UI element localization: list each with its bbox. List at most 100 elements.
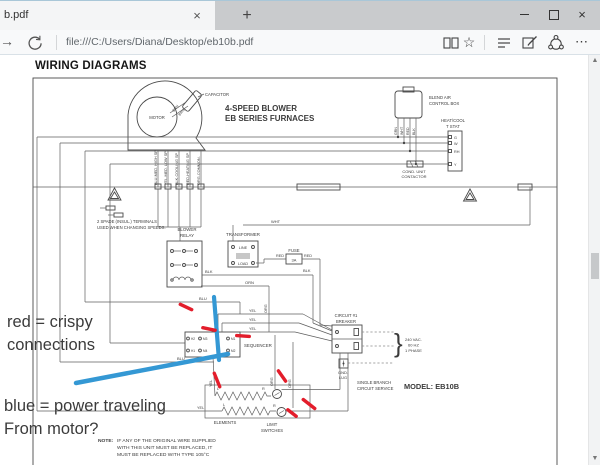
blu-label-1: BLU: [199, 296, 207, 301]
left-routing-wires: [37, 137, 448, 411]
blk-label-2: BLK: [303, 268, 311, 273]
note-line-3: MUST BE REPLACED WITH TYPE 105°C: [117, 452, 210, 458]
warning-triangle-right: [464, 189, 477, 201]
minimize-icon: [520, 14, 529, 15]
page-heading: WIRING DIAGRAMS: [35, 60, 147, 72]
toolbar-divider: [56, 35, 57, 50]
maximize-icon: [549, 10, 559, 20]
blk-vertical-label: BLK: [412, 128, 416, 135]
branch-label-2: CIRCUIT SERVICE: [357, 386, 394, 391]
org-label-1: ORG: [264, 304, 268, 313]
pdf-page: WIRING DIAGRAMS 4-SPEED BLOWER EB SERIES…: [0, 55, 600, 465]
blue-annotation-line-1: blue = power traveling: [4, 397, 166, 415]
scrollbar[interactable]: ▲ ▼: [588, 55, 600, 465]
blk-label-1: BLK: [205, 269, 213, 274]
note-line-2: WITH THIS UNIT MUST BE REPLACED, IT: [117, 445, 212, 451]
seq-term-m3: M3: [203, 337, 208, 341]
red-mark-5: [276, 368, 288, 383]
wht-vertical-label: WHT: [400, 126, 404, 135]
red-label-right: RED: [304, 254, 312, 258]
limit-label-1: LIMIT: [267, 422, 278, 427]
red-annotation-line-1: red = crispy: [7, 313, 93, 331]
tab-close-icon[interactable]: ×: [188, 7, 206, 25]
blower-relay: BLOWER RELAY: [167, 227, 202, 287]
yel-label-1: YEL: [249, 309, 256, 313]
tstat-term-rh: RH: [454, 150, 460, 154]
address-bar[interactable]: file:///C:/Users/Diana/Desktop/eb10b.pdf: [66, 36, 253, 48]
forward-icon[interactable]: →: [0, 33, 14, 49]
transformer-line-label: LINE: [239, 246, 248, 250]
transformer-label: TRANSFORMER: [226, 232, 260, 237]
blend-air-label-1: BLEND AIR: [429, 95, 451, 100]
hub-icon[interactable]: [495, 34, 513, 52]
share-icon[interactable]: [547, 34, 565, 52]
scroll-up-icon[interactable]: ▲: [589, 55, 600, 67]
red-mark-6: [301, 397, 317, 411]
relay-label-2: RELAY: [180, 233, 194, 238]
red-annotation-line-2: connections: [7, 336, 95, 354]
model-label: MODEL: EB10B: [404, 382, 459, 391]
capacitor-label: CAPACITOR: [205, 92, 229, 97]
thermostat: HEAT/COOL T STAT G W RH Y: [441, 118, 466, 171]
motor-label: MOTOR: [149, 115, 165, 120]
ground-lug: GND. LUG: [338, 359, 394, 380]
vac-label-1: 240 VAC.: [405, 337, 422, 342]
breaker-label-1: CIRCUIT #1: [335, 313, 358, 318]
tstat-term-y: Y: [454, 163, 457, 167]
spade-note-1: 2 SPADE (INSUL.) TERMINALS: [97, 219, 157, 224]
org-label-3: ORG: [288, 379, 292, 388]
favorites-star-icon[interactable]: ☆: [460, 34, 478, 52]
scroll-down-icon[interactable]: ▼: [589, 453, 600, 465]
motor-blower: MOTOR BRN BRN CAPACITOR: [128, 81, 229, 150]
seq-term-m2: M2: [231, 349, 236, 353]
relay-label-1: BLOWER: [177, 227, 196, 232]
vac-label-3: 1 PHASE: [405, 348, 422, 353]
interconnect-wires: WHT BLK BLK ORN ORG BLU: [85, 187, 530, 332]
toolbar-divider2: [484, 35, 485, 50]
motor-leads: BLU-MED. HIGH SP YEL-MED. LOW SP BLK-COO…: [154, 150, 201, 187]
spade-terminals: 2 SPADE (INSUL.) TERMINALS USED WHEN CHA…: [97, 206, 166, 230]
yel-label-3: YEL: [249, 327, 256, 331]
note-line-1: IF ANY OF THE ORIGINAL WIRE SUPPLIED: [117, 438, 216, 444]
yel-label-4: YEL: [209, 380, 213, 387]
tab-title: b.pdf: [4, 9, 28, 21]
refresh-icon[interactable]: [26, 34, 44, 52]
transformer-load-label: LOAD: [238, 262, 249, 266]
annotation-texts: red = crispy connections blue = power tr…: [4, 313, 166, 438]
scrollbar-thumb[interactable]: [591, 253, 599, 279]
tab-bar: b.pdf × + ×: [0, 0, 600, 30]
sequencer-label: SEQUENCER: [244, 343, 272, 348]
wiring-diagram: WIRING DIAGRAMS 4-SPEED BLOWER EB SERIES…: [0, 55, 600, 465]
circuit-breaker: CIRCUIT #1 BREAKER } 240 VAC. 60 HZ 1 PH…: [332, 313, 422, 358]
seq-term-m1: M1: [231, 337, 236, 341]
maximize-button[interactable]: [542, 3, 566, 27]
note-label: NOTE:: [98, 438, 114, 444]
limit-label-2: SWITCHES: [261, 428, 283, 433]
red-mark-3: [235, 334, 251, 339]
vac-label-2: 60 HZ: [408, 343, 419, 348]
grn-label: GRN: [394, 127, 398, 135]
breaker-label-2: BREAKER: [336, 319, 356, 324]
seq-term-h2: H2: [191, 337, 195, 341]
wire-label-blu: BLU-MED. HIGH SP: [154, 150, 158, 185]
wht-label: WHT: [271, 219, 281, 224]
elements-label: ELEMENTS: [214, 420, 237, 425]
seq-term-h1: H1: [191, 349, 195, 353]
red-vertical-label: RED: [406, 127, 410, 135]
reading-view-icon[interactable]: [442, 34, 460, 52]
more-menu-icon[interactable]: ⋯: [573, 34, 591, 52]
blend-air-label-2: CONTROL BOX: [429, 101, 460, 106]
new-tab-button[interactable]: +: [236, 5, 258, 27]
seq-term-m4: M4: [203, 349, 208, 353]
wire-label-blk: BLK-COOLING SP: [175, 152, 179, 185]
web-note-icon[interactable]: [521, 34, 539, 52]
minimize-button[interactable]: [512, 3, 536, 27]
red-mark-1: [178, 302, 194, 312]
orn-label: ORN: [245, 280, 254, 285]
transformer: TRANSFORMER LINE LOAD: [226, 225, 260, 267]
red-label-left: RED: [276, 254, 284, 258]
cond-label-2: CONTACTOR: [402, 174, 427, 179]
element-r2: R: [273, 404, 276, 408]
tab-pdf[interactable]: b.pdf ×: [0, 1, 215, 31]
close-button[interactable]: ×: [570, 3, 594, 27]
